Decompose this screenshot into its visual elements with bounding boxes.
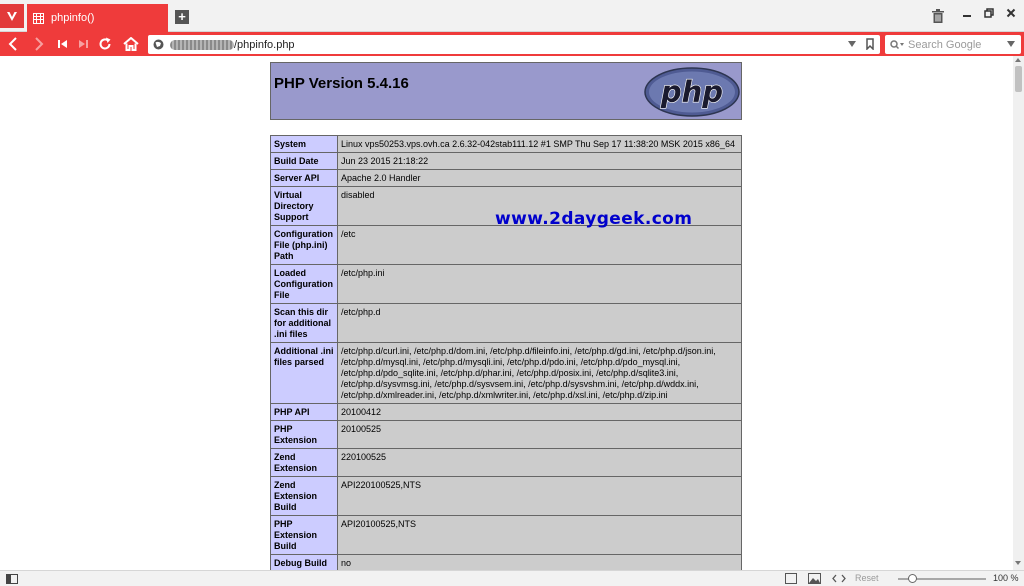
trash-icon — [932, 9, 944, 23]
rewind-icon — [58, 40, 67, 48]
address-bar[interactable]: /phpinfo.php — [148, 35, 880, 54]
php-header-banner: PHP Version 5.4.16 php — [270, 62, 742, 120]
restore-icon — [984, 8, 994, 18]
table-row: Zend Extension Build API220100525,NTS — [270, 476, 742, 516]
table-row: Zend Extension 220100525 — [270, 448, 742, 477]
new-tab-button[interactable]: + — [175, 10, 189, 24]
watermark-text: www.2daygeek.com — [495, 209, 693, 229]
minimize-button[interactable] — [958, 5, 976, 21]
table-row: Server API Apache 2.0 Handler — [270, 169, 742, 187]
table-row: PHP API 20100412 — [270, 403, 742, 421]
page-tiling-icon[interactable] — [785, 573, 797, 584]
plus-icon: + — [178, 9, 186, 24]
row-value: 20100412 — [337, 403, 742, 421]
status-bar: Reset 100 % — [0, 570, 1024, 586]
vertical-scrollbar[interactable] — [1013, 56, 1024, 570]
table-row: Additional .ini files parsed/etc/php.d/c… — [270, 342, 742, 404]
scrollbar-thumb[interactable] — [1015, 66, 1022, 92]
rewind-button[interactable] — [53, 34, 73, 54]
vivaldi-menu-button[interactable] — [0, 4, 24, 28]
scroll-up-arrow-icon[interactable] — [1015, 58, 1021, 62]
zoom-reset-button[interactable]: Reset — [855, 573, 879, 583]
row-label: Configuration File (php.ini) Path — [270, 225, 338, 265]
row-label: PHP API — [270, 403, 338, 421]
tab-phpinfo[interactable]: phpinfo() — [27, 4, 168, 32]
row-value: Apache 2.0 Handler — [337, 169, 742, 187]
table-row: System Linux vps50253.vps.ovh.ca 2.6.32-0… — [270, 135, 742, 153]
home-button[interactable] — [121, 34, 141, 54]
forward-button[interactable] — [29, 34, 49, 54]
page-content: PHP Version 5.4.16 php System Linux vps50… — [0, 56, 1013, 570]
chevron-down-icon[interactable] — [1007, 40, 1015, 48]
tab-bar: phpinfo() + — [0, 0, 1024, 32]
back-arrow-icon — [8, 37, 17, 51]
row-label: PHP Extension Build — [270, 515, 338, 555]
trash-button[interactable] — [932, 9, 944, 28]
search-icon — [890, 39, 904, 49]
grid-favicon-icon — [33, 12, 44, 24]
table-row: Loaded Configuration File/etc/php.ini — [270, 264, 742, 304]
row-value: Linux vps50253.vps.ovh.ca 2.6.32-042stab… — [337, 135, 742, 153]
page-title: PHP Version 5.4.16 — [274, 75, 409, 92]
row-label: Additional .ini files parsed — [270, 342, 338, 404]
row-label: Loaded Configuration File — [270, 264, 338, 304]
row-label: PHP Extension — [270, 420, 338, 449]
table-row: PHP Extension Build API20100525,NTS — [270, 515, 742, 555]
row-label: Scan this dir for additional .ini files — [270, 303, 338, 343]
globe-icon[interactable] — [153, 39, 164, 50]
row-label: Virtual Directory Support — [270, 186, 338, 226]
close-icon — [1006, 8, 1016, 18]
table-row: Scan this dir for additional .ini files /… — [270, 303, 742, 343]
vivaldi-logo-icon — [7, 12, 17, 21]
scroll-down-arrow-icon[interactable] — [1015, 561, 1021, 565]
row-value: /etc/php.ini — [337, 264, 742, 304]
row-value: /etc/php.d — [337, 303, 742, 343]
chevron-down-icon[interactable] — [848, 40, 856, 48]
table-row: PHP Extension 20100525 — [270, 420, 742, 449]
php-logo-text: php — [660, 75, 723, 109]
search-placeholder[interactable]: Search Google — [908, 39, 981, 51]
php-info-table: System Linux vps50253.vps.ovh.ca 2.6.32-0… — [270, 135, 742, 570]
row-value: no — [337, 554, 742, 570]
row-value: API220100525,NTS — [337, 476, 742, 516]
table-row: Configuration File (php.ini) Path/etc — [270, 225, 742, 265]
row-label: System — [270, 135, 338, 153]
page-actions-icon[interactable] — [832, 573, 846, 584]
reload-button[interactable] — [95, 34, 115, 54]
row-value: /etc — [337, 225, 742, 265]
url-text[interactable]: /phpinfo.php — [234, 39, 295, 51]
search-bar[interactable]: Search Google — [885, 35, 1021, 54]
forward-arrow-icon — [35, 37, 44, 51]
row-value: /etc/php.d/curl.ini, /etc/php.d/dom.ini,… — [337, 342, 742, 404]
fast-forward-icon — [79, 40, 88, 48]
close-button[interactable] — [1002, 5, 1020, 21]
row-label: Server API — [270, 169, 338, 187]
row-value: 20100525 — [337, 420, 742, 449]
back-button[interactable] — [3, 34, 23, 54]
fast-forward-button[interactable] — [73, 34, 93, 54]
tab-title: phpinfo() — [51, 12, 95, 24]
panel-toggle-icon[interactable] — [6, 574, 18, 584]
redacted-domain — [170, 39, 234, 50]
minimize-icon — [963, 15, 971, 17]
table-row: Build Date Jun 23 2015 21:18:22 — [270, 152, 742, 170]
navigation-toolbar: /phpinfo.php Search Google — [0, 32, 1024, 56]
zoom-level: 100 % — [993, 573, 1019, 583]
reload-icon — [99, 37, 111, 50]
php-logo: php — [644, 67, 740, 117]
table-row: Debug Build no — [270, 554, 742, 570]
restore-button[interactable] — [980, 5, 998, 21]
row-value: API20100525,NTS — [337, 515, 742, 555]
home-icon — [123, 37, 139, 51]
row-value: Jun 23 2015 21:18:22 — [337, 152, 742, 170]
bookmark-icon[interactable] — [866, 38, 874, 50]
row-value: 220100525 — [337, 448, 742, 477]
row-label: Zend Extension Build — [270, 476, 338, 516]
row-label: Build Date — [270, 152, 338, 170]
row-label: Zend Extension — [270, 448, 338, 477]
row-label: Debug Build — [270, 554, 338, 570]
zoom-slider-handle[interactable] — [908, 574, 917, 583]
image-toggle-icon[interactable] — [808, 573, 821, 584]
